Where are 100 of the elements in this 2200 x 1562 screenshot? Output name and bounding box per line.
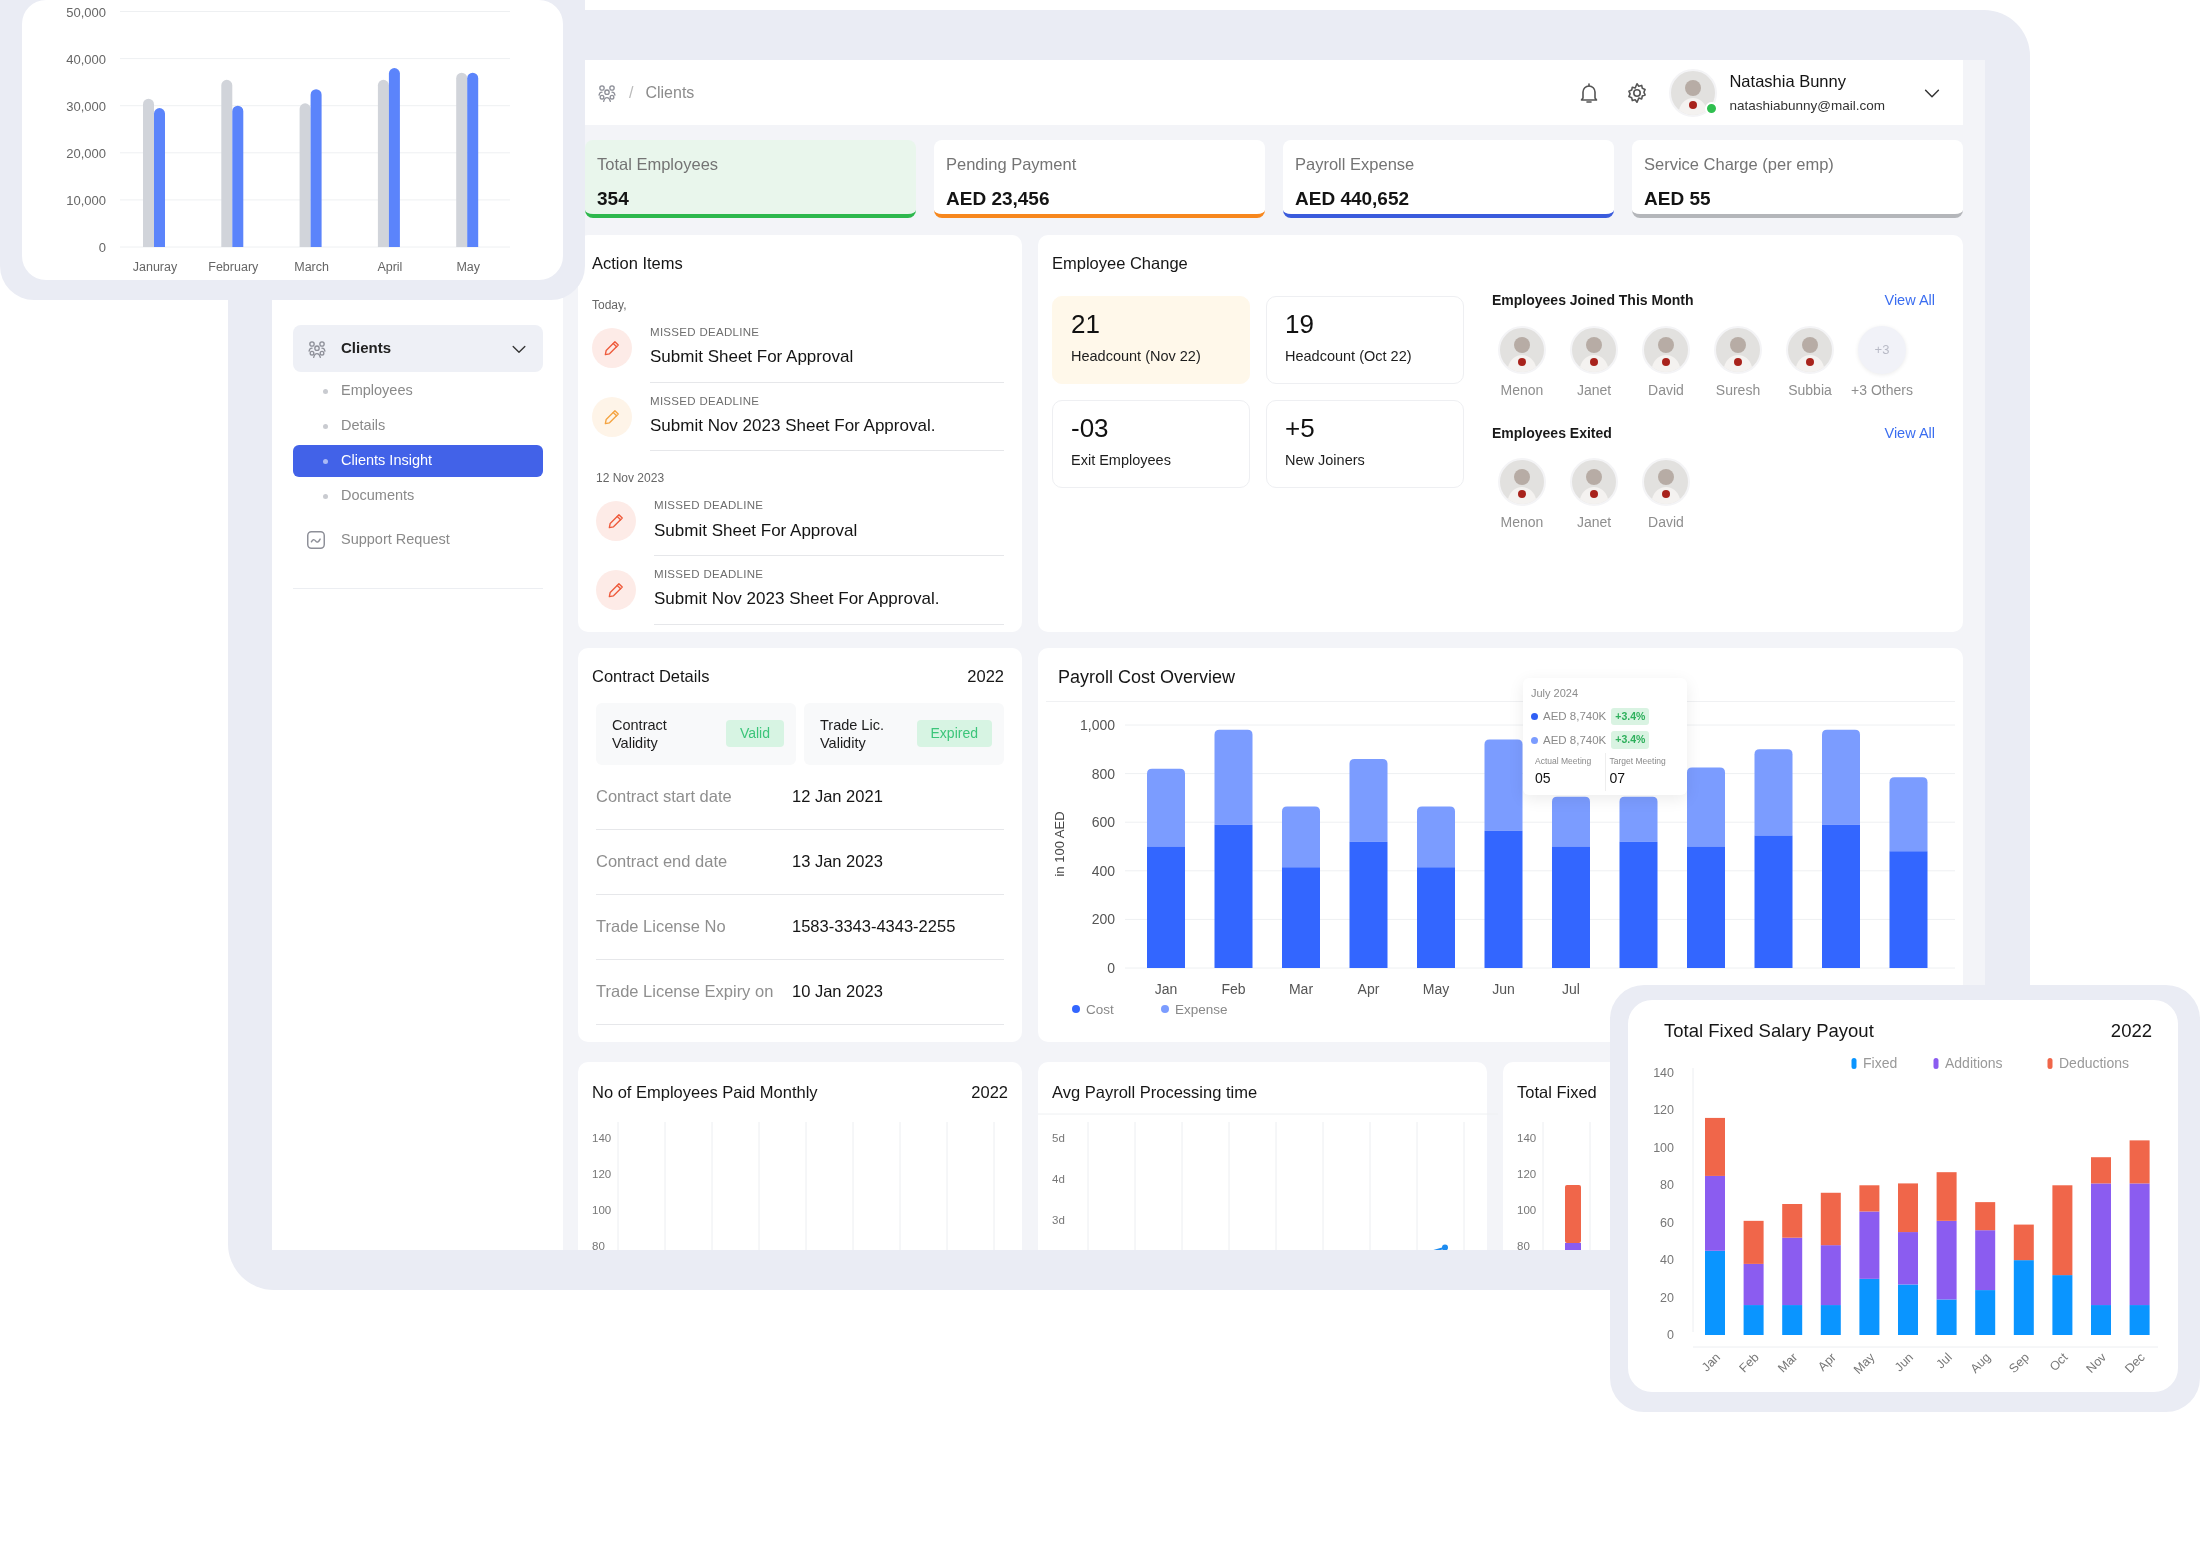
date-label: 12 Nov 2023: [596, 470, 666, 488]
nav-subitem[interactable]: Employees: [293, 375, 543, 407]
person-name: Janet: [1576, 513, 1612, 533]
year-label: 2022: [967, 666, 1004, 687]
bar-segment: [1975, 1290, 1996, 1335]
item-tag: MISSED DEADLINE: [654, 566, 1004, 584]
item-title: Submit Nov 2023 Sheet For Approval.: [650, 414, 937, 437]
axis-tick-label: 120: [592, 1168, 612, 1180]
person-name: Subbia: [1788, 380, 1832, 400]
field-value: 12 Jan 2021: [792, 786, 883, 808]
axis-tick-label: Januray: [132, 260, 178, 274]
view-all-link[interactable]: View All: [1884, 289, 1935, 312]
axis-tick-label: 20: [1660, 1290, 1674, 1305]
date-label: Today,: [592, 296, 628, 314]
user-avatar: [1669, 68, 1718, 117]
year-label: 2022: [971, 1082, 1008, 1103]
axis-tick-label: Nov: [2083, 1350, 2110, 1376]
axis-tick-label: Oct: [2046, 1350, 2071, 1374]
person-name: +3 Others: [1851, 380, 1913, 400]
tile-label: Headcount (Nov 22): [1071, 346, 1202, 366]
card-title: Employee Change: [1052, 253, 1189, 274]
axis-tick-label: Jan: [1698, 1350, 1724, 1375]
validity-label: Trade Lic. Validity: [820, 715, 885, 752]
axis-tick-label: 200: [1091, 911, 1115, 928]
breadcrumb-link[interactable]: Clients: [645, 80, 695, 105]
legend-label: Deductions: [2059, 1055, 2130, 1071]
bar-segment: [1705, 1117, 1725, 1176]
stat-label: Pending Payment: [946, 154, 1078, 175]
tile-label: Headcount (Oct 22): [1285, 346, 1413, 366]
axis-tick-label: 10,000: [66, 192, 106, 208]
avatar: [1498, 458, 1546, 507]
axis-tick-label: Jan: [1154, 981, 1178, 997]
change-badge: +3.4%: [1611, 707, 1650, 726]
stat-value: AED 55: [1644, 186, 1712, 211]
validity-label: Contract Validity: [612, 715, 668, 752]
chart-icon: [305, 529, 327, 551]
section-title: Employees Joined This Month: [1492, 291, 1694, 311]
axis-tick-label: Sep: [2006, 1350, 2032, 1376]
axis-tick-label: 80: [1660, 1178, 1674, 1193]
tile-label: Exit Employees: [1071, 450, 1172, 470]
stat-label: Target Meeting: [1609, 755, 1667, 768]
tooltip-title: July 2024: [1531, 686, 1580, 701]
people-icon: [597, 82, 617, 103]
avatar: [1570, 325, 1618, 374]
axis-tick-label: Dec: [2122, 1350, 2148, 1376]
axis-tick-label: 30,000: [66, 98, 106, 114]
axis-tick-label: 20,000: [66, 145, 106, 161]
nav-subitem[interactable]: Clients Insight: [293, 445, 543, 477]
tooltip-value: AED 8,740K: [1543, 732, 1607, 748]
status-badge: Valid: [725, 720, 784, 748]
axis-tick-label: April: [377, 260, 403, 274]
axis-tick-label: February: [208, 260, 259, 274]
tile-value: 21: [1071, 308, 1101, 340]
tile-value: +5: [1285, 412, 1316, 444]
stat-label: Service Charge (per emp): [1644, 154, 1835, 175]
person-name: Janet: [1576, 380, 1612, 400]
view-all-link[interactable]: View All: [1884, 422, 1935, 445]
axis-tick-label: 400: [1091, 862, 1115, 879]
avatar: [1786, 325, 1834, 374]
nav-group-item[interactable]: Clients: [293, 325, 543, 372]
field-value: 10 Jan 2023: [792, 981, 883, 1003]
item-title: Submit Sheet For Approval: [650, 346, 855, 368]
avatar: [1570, 458, 1618, 507]
tile-value: 19: [1285, 308, 1315, 340]
axis-tick-label: 3d: [1052, 1214, 1065, 1226]
axis-tick-label: 0: [1107, 960, 1115, 976]
stat-label: Total Employees: [597, 154, 720, 175]
axis-tick-label: Mar: [1288, 981, 1314, 997]
stat-label: Payroll Expense: [1295, 154, 1416, 175]
field-value: 13 Jan 2023: [792, 851, 883, 873]
axis-tick-label: Jul: [1933, 1350, 1955, 1372]
breadcrumb-separator: /: [629, 82, 634, 103]
axis-tick-label: Feb: [1221, 981, 1246, 997]
axis-tick-label: May: [456, 260, 480, 274]
nav-item[interactable]: Support Request: [293, 520, 543, 560]
item-tag: MISSED DEADLINE: [650, 392, 1004, 410]
avatar: [1498, 325, 1546, 374]
nav-subitem[interactable]: Details: [293, 410, 543, 442]
field-label: Trade License No: [596, 916, 727, 938]
avatar: [1642, 458, 1690, 507]
legend-label: Cost: [1086, 1002, 1114, 1017]
section-title: Employees Exited: [1492, 423, 1612, 443]
bar-drawing: [1565, 1185, 1581, 1250]
nav-subitem[interactable]: Documents: [293, 480, 543, 512]
tooltip-value: AED 8,740K: [1543, 708, 1607, 724]
axis-tick-label: Mar: [1775, 1350, 1801, 1376]
axis-tick-label: 100: [592, 1204, 612, 1216]
axis-tick-label: 0: [1667, 1328, 1674, 1342]
axis-tick-label: Jun: [1492, 981, 1515, 997]
bar-segment: [1898, 1284, 1918, 1335]
year-label: 2022: [2110, 1019, 2152, 1043]
legend-label: Fixed: [1863, 1055, 1898, 1071]
item-title: Submit Nov 2023 Sheet For Approval.: [654, 588, 941, 611]
axis-tick-label: 140: [592, 1132, 612, 1144]
axis-tick-label: 120: [1517, 1168, 1537, 1180]
item-tag: MISSED DEADLINE: [650, 323, 1004, 341]
axis-tick-label: 140: [1653, 1066, 1674, 1080]
person-name: David: [1648, 513, 1684, 533]
axis-tick-label: 40,000: [66, 51, 106, 67]
field-label: Contract end date: [596, 851, 729, 873]
